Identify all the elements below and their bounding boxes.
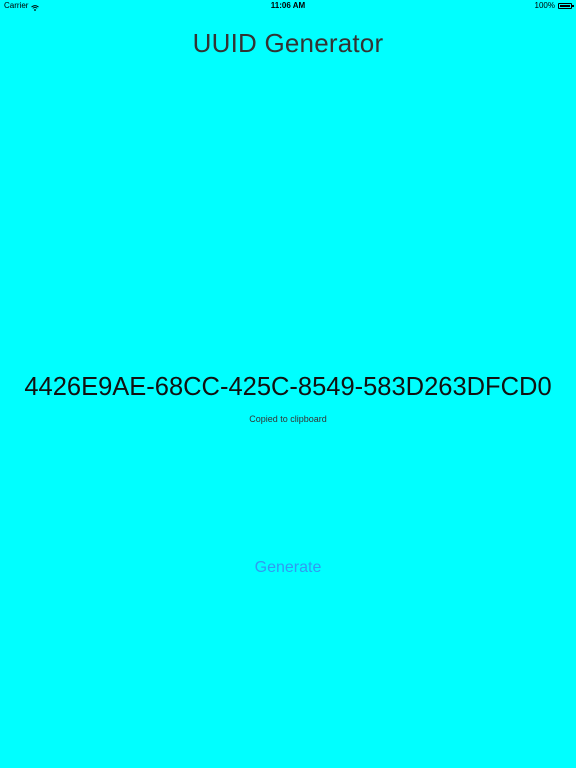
battery-fill [560, 5, 570, 7]
battery-tip [572, 5, 574, 7]
page-title: UUID Generator [192, 28, 384, 58]
status-right: 100% [534, 0, 574, 12]
copied-status-label: Copied to clipboard [249, 414, 327, 424]
generate-button[interactable]: Generate [0, 559, 576, 577]
status-time: 11:06 AM [270, 1, 306, 10]
uuid-display: 4426E9AE-68CC-425C-8549-583D263DFCD0 [24, 373, 552, 401]
battery-percent: 100% [534, 1, 555, 10]
status-bar: Carrier 11:06 AM 100% [0, 0, 576, 12]
battery-icon [558, 3, 574, 9]
